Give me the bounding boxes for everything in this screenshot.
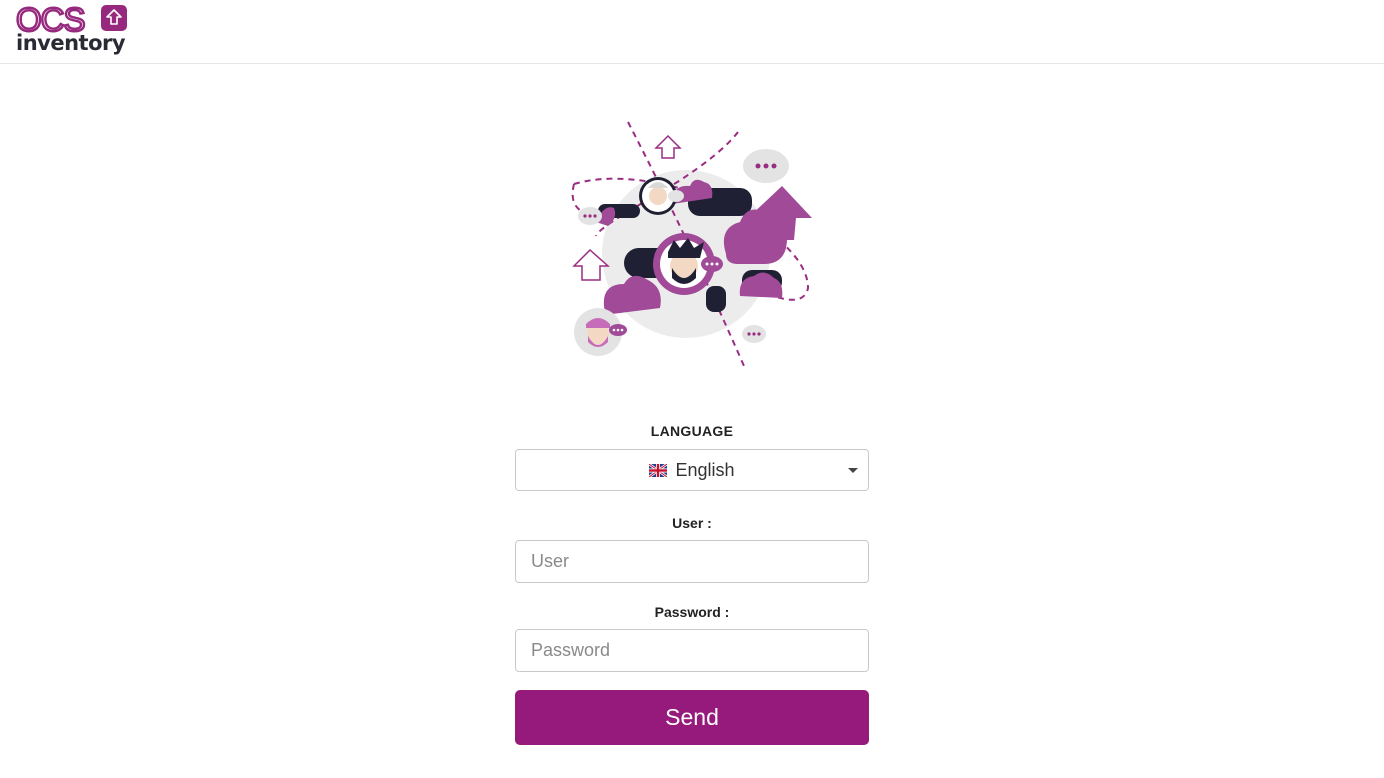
logo-upload-icon bbox=[101, 5, 127, 31]
top-bar: OCS inventory bbox=[0, 0, 1384, 64]
uk-flag-icon bbox=[649, 464, 668, 477]
send-button[interactable]: Send bbox=[515, 690, 869, 745]
community-illustration bbox=[568, 118, 816, 370]
password-input[interactable] bbox=[515, 629, 869, 672]
password-label: Password : bbox=[654, 604, 730, 620]
user-input[interactable] bbox=[515, 540, 869, 583]
logo-text-inventory: inventory bbox=[16, 31, 126, 55]
language-selected-text: English bbox=[675, 460, 735, 480]
language-select[interactable]: English bbox=[515, 449, 869, 491]
ocs-inventory-logo[interactable]: OCS inventory bbox=[14, 1, 134, 57]
user-label: User : bbox=[672, 515, 712, 531]
language-label: LANGUAGE bbox=[650, 423, 734, 439]
chevron-down-icon bbox=[848, 468, 858, 473]
language-select-value: English bbox=[516, 450, 868, 490]
